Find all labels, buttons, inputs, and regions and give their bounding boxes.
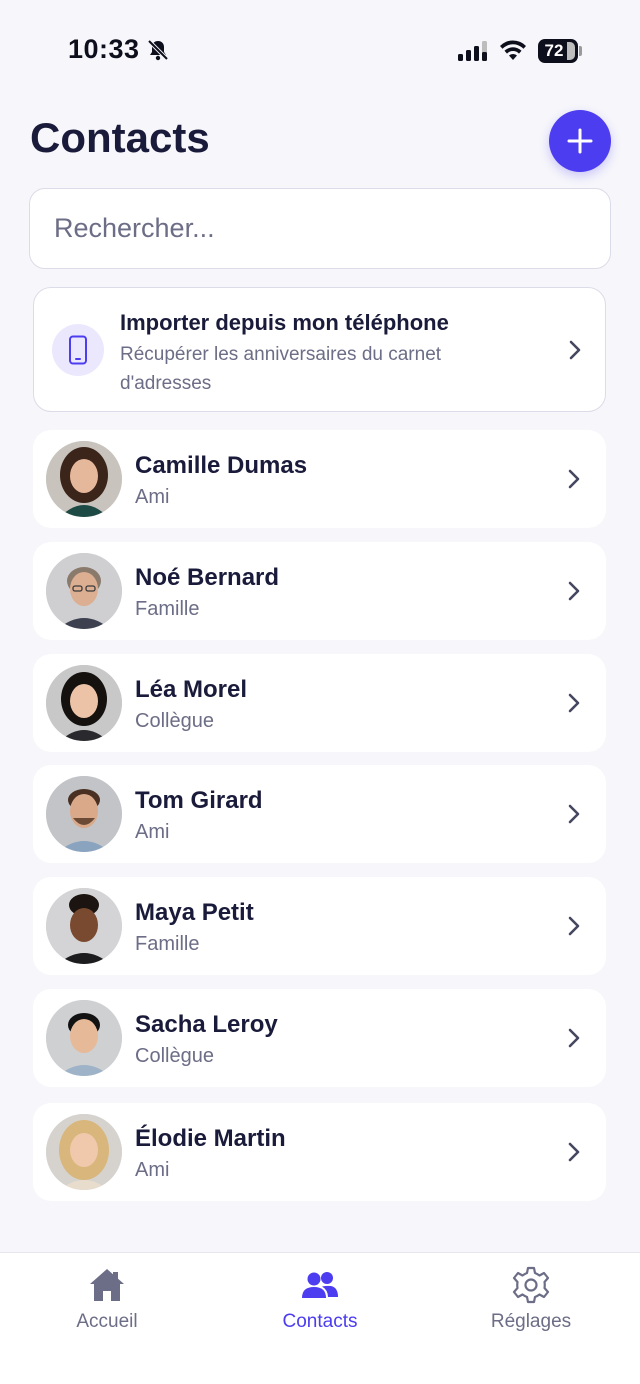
contact-row[interactable]: Noé Bernard Famille	[33, 542, 606, 640]
avatar	[46, 553, 122, 629]
contact-relation: Collègue	[135, 1045, 214, 1067]
contact-name: Sacha Leroy	[135, 1011, 278, 1038]
search-field[interactable]	[29, 188, 611, 269]
avatar	[46, 665, 122, 741]
contact-relation: Ami	[135, 1159, 170, 1181]
import-subtitle: Récupérer les anniversaires du carnet d'…	[120, 344, 442, 394]
contact-relation: Collègue	[135, 710, 214, 732]
battery-empty-area	[567, 42, 575, 60]
contact-row[interactable]: Léa Morel Collègue	[33, 654, 606, 752]
tab-label: Accueil	[76, 1311, 138, 1332]
plus-icon	[567, 128, 593, 154]
wifi-icon	[500, 40, 526, 60]
contact-relation: Famille	[135, 598, 200, 620]
chevron-right-icon	[568, 469, 580, 489]
contact-name: Maya Petit	[135, 899, 254, 926]
import-from-phone-card[interactable]: Importer depuis mon téléphone Récupérer …	[33, 287, 606, 412]
import-icon-container	[52, 324, 104, 376]
avatar	[46, 1000, 122, 1076]
contact-name: Élodie Martin	[135, 1125, 286, 1152]
battery-icon: 72	[538, 39, 578, 63]
chevron-right-icon	[568, 1028, 580, 1048]
chevron-right-icon	[568, 804, 580, 824]
gear-icon	[512, 1266, 550, 1304]
tab-contacts[interactable]: Contacts	[230, 1253, 410, 1353]
contact-name: Tom Girard	[135, 787, 263, 814]
avatar	[46, 441, 122, 517]
chevron-right-icon	[569, 340, 581, 360]
chevron-right-icon	[568, 916, 580, 936]
avatar	[46, 1114, 122, 1190]
page-title: Contacts	[30, 114, 210, 161]
contact-relation: Ami	[135, 486, 170, 508]
chevron-right-icon	[568, 693, 580, 713]
battery-tip	[579, 46, 582, 56]
contact-relation: Famille	[135, 933, 200, 955]
chevron-right-icon	[568, 1142, 580, 1162]
contact-relation: Ami	[135, 821, 170, 843]
contact-row[interactable]: Camille Dumas Ami	[33, 430, 606, 528]
tab-label: Contacts	[282, 1311, 358, 1332]
contact-name: Camille Dumas	[135, 452, 308, 479]
contact-row[interactable]: Sacha Leroy Collègue	[33, 989, 606, 1087]
status-time: 10:33	[68, 34, 140, 64]
status-bar: 10:33 72	[0, 0, 640, 100]
users-icon	[302, 1272, 338, 1298]
signal-icon	[458, 41, 487, 61]
import-title: Importer depuis mon téléphone	[120, 310, 449, 335]
bottom-nav: Accueil Contacts Réglages	[0, 1252, 640, 1384]
tab-reglages[interactable]: Réglages	[441, 1253, 621, 1353]
add-contact-button[interactable]	[549, 110, 611, 172]
home-icon	[90, 1269, 124, 1301]
avatar	[46, 888, 122, 964]
contact-row[interactable]: Élodie Martin Ami	[33, 1103, 606, 1201]
phone-icon	[69, 335, 87, 365]
contact-name: Léa Morel	[135, 676, 248, 703]
contact-name: Noé Bernard	[135, 564, 280, 591]
contact-row[interactable]: Maya Petit Famille	[33, 877, 606, 975]
tab-label: Réglages	[490, 1311, 572, 1332]
search-input[interactable]	[54, 213, 610, 244]
tab-accueil[interactable]: Accueil	[17, 1253, 197, 1353]
bell-off-icon	[147, 39, 169, 61]
contact-row[interactable]: Tom Girard Ami	[33, 765, 606, 863]
battery-level: 72	[544, 41, 564, 60]
avatar	[46, 776, 122, 852]
chevron-right-icon	[568, 581, 580, 601]
